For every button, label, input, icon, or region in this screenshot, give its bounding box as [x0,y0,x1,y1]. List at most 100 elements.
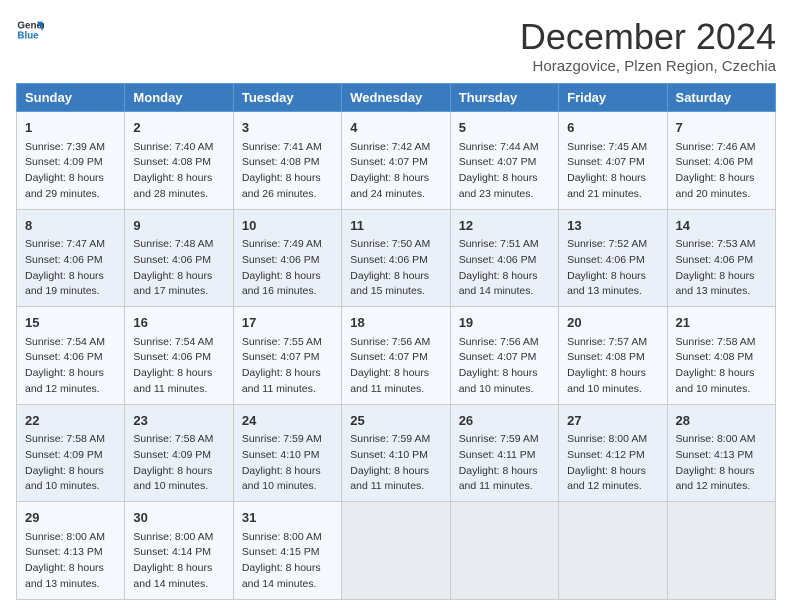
day-info: Sunrise: 7:57 AMSunset: 4:08 PMDaylight:… [567,335,658,398]
day-number: 7 [676,118,767,138]
calendar-cell [450,502,558,600]
calendar-cell: 7Sunrise: 7:46 AMSunset: 4:06 PMDaylight… [667,112,775,210]
day-number: 19 [459,313,550,333]
calendar-cell: 26Sunrise: 7:59 AMSunset: 4:11 PMDayligh… [450,404,558,502]
calendar-cell: 29Sunrise: 8:00 AMSunset: 4:13 PMDayligh… [17,502,125,600]
calendar-cell: 3Sunrise: 7:41 AMSunset: 4:08 PMDaylight… [233,112,341,210]
calendar-cell [559,502,667,600]
day-number: 26 [459,411,550,431]
calendar-cell: 23Sunrise: 7:58 AMSunset: 4:09 PMDayligh… [125,404,233,502]
calendar-cell: 10Sunrise: 7:49 AMSunset: 4:06 PMDayligh… [233,209,341,307]
day-number: 4 [350,118,441,138]
day-info: Sunrise: 8:00 AMSunset: 4:15 PMDaylight:… [242,530,333,593]
day-number: 2 [133,118,224,138]
day-number: 9 [133,216,224,236]
day-number: 16 [133,313,224,333]
weekday-header-row: SundayMondayTuesdayWednesdayThursdayFrid… [17,84,776,112]
calendar-cell: 24Sunrise: 7:59 AMSunset: 4:10 PMDayligh… [233,404,341,502]
calendar-week-row: 1Sunrise: 7:39 AMSunset: 4:09 PMDaylight… [17,112,776,210]
calendar-cell: 8Sunrise: 7:47 AMSunset: 4:06 PMDaylight… [17,209,125,307]
day-info: Sunrise: 7:53 AMSunset: 4:06 PMDaylight:… [676,237,767,300]
day-info: Sunrise: 7:58 AMSunset: 4:09 PMDaylight:… [133,432,224,495]
calendar-table: SundayMondayTuesdayWednesdayThursdayFrid… [16,83,776,600]
calendar-week-row: 8Sunrise: 7:47 AMSunset: 4:06 PMDaylight… [17,209,776,307]
calendar-cell: 30Sunrise: 8:00 AMSunset: 4:14 PMDayligh… [125,502,233,600]
day-info: Sunrise: 7:59 AMSunset: 4:10 PMDaylight:… [242,432,333,495]
day-info: Sunrise: 7:54 AMSunset: 4:06 PMDaylight:… [25,335,116,398]
day-number: 24 [242,411,333,431]
calendar-cell: 1Sunrise: 7:39 AMSunset: 4:09 PMDaylight… [17,112,125,210]
calendar-cell: 12Sunrise: 7:51 AMSunset: 4:06 PMDayligh… [450,209,558,307]
calendar-cell: 14Sunrise: 7:53 AMSunset: 4:06 PMDayligh… [667,209,775,307]
calendar-cell: 2Sunrise: 7:40 AMSunset: 4:08 PMDaylight… [125,112,233,210]
calendar-cell: 28Sunrise: 8:00 AMSunset: 4:13 PMDayligh… [667,404,775,502]
day-number: 20 [567,313,658,333]
day-number: 14 [676,216,767,236]
day-number: 31 [242,508,333,528]
day-number: 13 [567,216,658,236]
day-info: Sunrise: 8:00 AMSunset: 4:14 PMDaylight:… [133,530,224,593]
calendar-cell: 13Sunrise: 7:52 AMSunset: 4:06 PMDayligh… [559,209,667,307]
calendar-cell [667,502,775,600]
day-number: 15 [25,313,116,333]
day-number: 8 [25,216,116,236]
day-info: Sunrise: 8:00 AMSunset: 4:12 PMDaylight:… [567,432,658,495]
day-number: 5 [459,118,550,138]
day-info: Sunrise: 7:51 AMSunset: 4:06 PMDaylight:… [459,237,550,300]
weekday-header-sunday: Sunday [17,84,125,112]
day-info: Sunrise: 7:39 AMSunset: 4:09 PMDaylight:… [25,140,116,203]
calendar-cell: 25Sunrise: 7:59 AMSunset: 4:10 PMDayligh… [342,404,450,502]
calendar-cell: 16Sunrise: 7:54 AMSunset: 4:06 PMDayligh… [125,307,233,405]
location-subtitle: Horazgovice, Plzen Region, Czechia [520,58,776,75]
day-info: Sunrise: 7:46 AMSunset: 4:06 PMDaylight:… [676,140,767,203]
day-info: Sunrise: 7:44 AMSunset: 4:07 PMDaylight:… [459,140,550,203]
day-number: 12 [459,216,550,236]
calendar-cell: 11Sunrise: 7:50 AMSunset: 4:06 PMDayligh… [342,209,450,307]
day-info: Sunrise: 7:50 AMSunset: 4:06 PMDaylight:… [350,237,441,300]
calendar-cell: 15Sunrise: 7:54 AMSunset: 4:06 PMDayligh… [17,307,125,405]
calendar-cell: 20Sunrise: 7:57 AMSunset: 4:08 PMDayligh… [559,307,667,405]
calendar-week-row: 15Sunrise: 7:54 AMSunset: 4:06 PMDayligh… [17,307,776,405]
day-number: 22 [25,411,116,431]
day-info: Sunrise: 7:42 AMSunset: 4:07 PMDaylight:… [350,140,441,203]
calendar-week-row: 29Sunrise: 8:00 AMSunset: 4:13 PMDayligh… [17,502,776,600]
day-info: Sunrise: 7:41 AMSunset: 4:08 PMDaylight:… [242,140,333,203]
day-number: 17 [242,313,333,333]
calendar-cell: 21Sunrise: 7:58 AMSunset: 4:08 PMDayligh… [667,307,775,405]
calendar-cell [342,502,450,600]
day-info: Sunrise: 7:59 AMSunset: 4:11 PMDaylight:… [459,432,550,495]
calendar-cell: 6Sunrise: 7:45 AMSunset: 4:07 PMDaylight… [559,112,667,210]
calendar-cell: 27Sunrise: 8:00 AMSunset: 4:12 PMDayligh… [559,404,667,502]
day-number: 25 [350,411,441,431]
day-number: 6 [567,118,658,138]
page-header: General Blue December 2024 Horazgovice, … [16,16,776,75]
weekday-header-wednesday: Wednesday [342,84,450,112]
day-info: Sunrise: 8:00 AMSunset: 4:13 PMDaylight:… [25,530,116,593]
calendar-cell: 18Sunrise: 7:56 AMSunset: 4:07 PMDayligh… [342,307,450,405]
day-info: Sunrise: 7:54 AMSunset: 4:06 PMDaylight:… [133,335,224,398]
calendar-cell: 9Sunrise: 7:48 AMSunset: 4:06 PMDaylight… [125,209,233,307]
logo-icon: General Blue [16,16,44,44]
calendar-cell: 5Sunrise: 7:44 AMSunset: 4:07 PMDaylight… [450,112,558,210]
calendar-cell: 22Sunrise: 7:58 AMSunset: 4:09 PMDayligh… [17,404,125,502]
day-info: Sunrise: 7:49 AMSunset: 4:06 PMDaylight:… [242,237,333,300]
day-info: Sunrise: 7:45 AMSunset: 4:07 PMDaylight:… [567,140,658,203]
day-number: 1 [25,118,116,138]
day-info: Sunrise: 7:40 AMSunset: 4:08 PMDaylight:… [133,140,224,203]
calendar-cell: 31Sunrise: 8:00 AMSunset: 4:15 PMDayligh… [233,502,341,600]
weekday-header-friday: Friday [559,84,667,112]
weekday-header-tuesday: Tuesday [233,84,341,112]
title-area: December 2024 Horazgovice, Plzen Region,… [520,16,776,75]
calendar-cell: 4Sunrise: 7:42 AMSunset: 4:07 PMDaylight… [342,112,450,210]
day-number: 29 [25,508,116,528]
day-info: Sunrise: 7:47 AMSunset: 4:06 PMDaylight:… [25,237,116,300]
weekday-header-thursday: Thursday [450,84,558,112]
day-number: 18 [350,313,441,333]
calendar-week-row: 22Sunrise: 7:58 AMSunset: 4:09 PMDayligh… [17,404,776,502]
day-number: 11 [350,216,441,236]
weekday-header-monday: Monday [125,84,233,112]
day-info: Sunrise: 7:58 AMSunset: 4:09 PMDaylight:… [25,432,116,495]
day-info: Sunrise: 7:59 AMSunset: 4:10 PMDaylight:… [350,432,441,495]
day-info: Sunrise: 7:56 AMSunset: 4:07 PMDaylight:… [459,335,550,398]
day-number: 30 [133,508,224,528]
